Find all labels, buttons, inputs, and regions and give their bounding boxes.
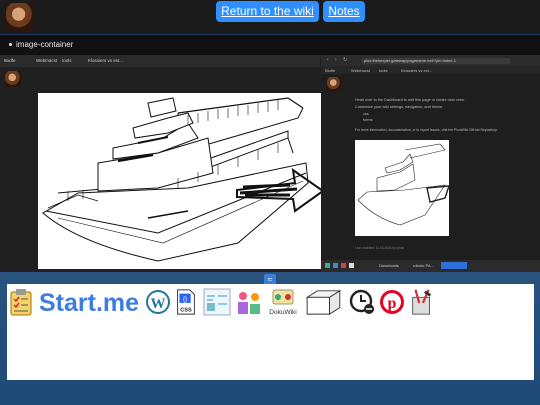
bookmark-item[interactable]: tools [379, 68, 387, 73]
startme-text: Start.me [39, 289, 139, 316]
arrow-right-icon [236, 167, 325, 213]
image-container-label: image-container [16, 40, 74, 49]
browser-window: ‹ › ↻ plus.thekeeper.gateway/pagename.ne… [321, 55, 540, 272]
back-icon[interactable]: ‹ [327, 57, 329, 63]
right-bookmark-bar: Bxdfe Webmacst tools Klossiers vs ext... [321, 66, 540, 74]
bookmark-item[interactable]: Klossiers vs ext... [88, 58, 123, 63]
people-chart-icon[interactable] [235, 288, 263, 316]
text-line[interactable]: forms [363, 118, 373, 122]
wordpress-icon[interactable]: W [145, 288, 171, 316]
svg-text:W: W [151, 296, 166, 312]
app-icon[interactable] [333, 263, 338, 268]
dokuwiki-text: DokuWiki [269, 309, 296, 316]
text-line: Customize your wiki settings, navigation… [355, 105, 444, 109]
top-bar: Return to the wiki Notes [0, 0, 540, 34]
css-file-icon[interactable]: {} CSS [175, 288, 197, 316]
image-container-row: image-container [0, 35, 540, 55]
bookmark-item[interactable]: Klossiers vs ext... [401, 68, 432, 73]
text-line: For more information, documentation, or … [355, 128, 498, 132]
url-field[interactable]: plus.thekeeper.gateway/pagename.net/?pb=… [361, 58, 511, 64]
bookmark-item[interactable]: tools [62, 58, 72, 63]
bookmark-item[interactable]: Webmacst [351, 68, 370, 73]
bullet-dot [9, 43, 12, 46]
svg-text:CSS: CSS [180, 307, 192, 313]
3d-box-icon[interactable] [303, 288, 343, 316]
embedded-screenshot: Bxdfe Webmacst tools Klossiers vs ext... [0, 55, 540, 272]
icon-panel: Start.me W {} CSS DokuWiki p [7, 284, 534, 380]
app-icon[interactable] [325, 263, 330, 268]
reload-icon[interactable]: ↻ [343, 57, 347, 63]
wiki-page-content: Head over to the Dashboard to edit this … [321, 74, 540, 260]
svg-text:p: p [388, 295, 397, 312]
taskbar-item[interactable]: roboto PA... [413, 263, 434, 268]
app-icon[interactable] [341, 263, 346, 268]
dokuwiki-icon[interactable]: DokuWiki [267, 288, 299, 316]
avatar [5, 71, 21, 87]
last-modified: Last modified: 11.04.2026 by tosss [355, 246, 405, 250]
avatar[interactable] [6, 3, 34, 31]
app-icon[interactable] [349, 263, 354, 268]
bookmark-item[interactable]: Bxdfe [4, 58, 16, 63]
notes-button[interactable]: Notes [323, 1, 365, 22]
tools-icon[interactable] [409, 288, 435, 316]
return-to-wiki-button[interactable]: Return to the wiki [216, 1, 319, 22]
ship-thumbnail [355, 140, 451, 236]
avatar [327, 77, 341, 91]
taskbar-item[interactable]: Downloads [379, 263, 399, 268]
bookmark-item[interactable]: Webmacst [36, 58, 57, 63]
pinterest-icon[interactable]: p [379, 288, 405, 316]
jpg-to-html-icon[interactable] [203, 288, 231, 316]
active-taskbar-item[interactable] [441, 262, 467, 269]
clock-minus-icon[interactable] [349, 288, 375, 316]
forward-icon[interactable]: › [335, 57, 337, 63]
text-line[interactable]: css [363, 112, 369, 116]
taskbar: Downloads roboto PA... [321, 260, 540, 272]
startme-logo[interactable]: Start.me [39, 288, 143, 317]
clipboard-checklist-icon[interactable] [9, 288, 33, 316]
left-bookmark-bar: Bxdfe Webmacst tools Klossiers vs ext... [0, 55, 320, 67]
url-bar: ‹ › ↻ plus.thekeeper.gateway/pagename.ne… [321, 55, 540, 66]
bookmark-item[interactable]: Bxdfe [325, 68, 335, 73]
text-line: Head over to the Dashboard to edit this … [355, 98, 465, 102]
